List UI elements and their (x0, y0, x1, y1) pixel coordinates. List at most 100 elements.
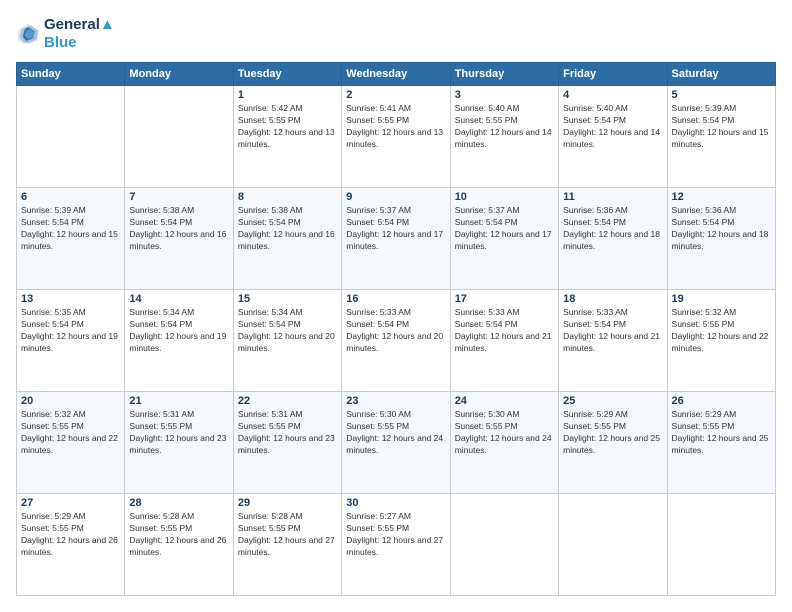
cell-info: Sunrise: 5:28 AMSunset: 5:55 PMDaylight:… (129, 511, 228, 559)
cell-info: Sunrise: 5:39 AMSunset: 5:54 PMDaylight:… (672, 103, 771, 151)
day-number: 22 (238, 395, 337, 407)
weekday-header-sunday: Sunday (17, 63, 125, 86)
calendar-cell: 15 Sunrise: 5:34 AMSunset: 5:54 PMDayligh… (233, 290, 341, 392)
calendar-cell: 18 Sunrise: 5:33 AMSunset: 5:54 PMDayligh… (559, 290, 667, 392)
day-number: 28 (129, 497, 228, 509)
cell-info: Sunrise: 5:29 AMSunset: 5:55 PMDaylight:… (672, 409, 771, 457)
day-number: 4 (563, 89, 662, 101)
cell-info: Sunrise: 5:40 AMSunset: 5:55 PMDaylight:… (455, 103, 554, 151)
cell-info: Sunrise: 5:42 AMSunset: 5:55 PMDaylight:… (238, 103, 337, 151)
calendar-table: SundayMondayTuesdayWednesdayThursdayFrid… (16, 62, 776, 596)
cell-info: Sunrise: 5:36 AMSunset: 5:54 PMDaylight:… (563, 205, 662, 253)
day-number: 18 (563, 293, 662, 305)
calendar-cell: 14Sunrise: 5:34 AMSunset: 5:54 PMDayligh… (125, 290, 233, 392)
cell-info: Sunrise: 5:38 AMSunset: 5:54 PMDaylight:… (238, 205, 337, 253)
calendar-cell: 2 Sunrise: 5:41 AMSunset: 5:55 PMDaylight… (342, 86, 450, 188)
cell-info: Sunrise: 5:33 AMSunset: 5:54 PMDaylight:… (346, 307, 445, 355)
day-number: 23 (346, 395, 445, 407)
day-number: 17 (455, 293, 554, 305)
cell-info: Sunrise: 5:36 AMSunset: 5:54 PMDaylight:… (672, 205, 771, 253)
calendar-cell: 22 Sunrise: 5:31 AMSunset: 5:55 PMDayligh… (233, 392, 341, 494)
calendar-cell: 23 Sunrise: 5:30 AMSunset: 5:55 PMDayligh… (342, 392, 450, 494)
calendar-cell: 11Sunrise: 5:36 AMSunset: 5:54 PMDayligh… (559, 188, 667, 290)
day-number: 20 (21, 395, 120, 407)
cell-info: Sunrise: 5:30 AMSunset: 5:55 PMDaylight:… (346, 409, 445, 457)
day-number: 15 (238, 293, 337, 305)
cell-info: Sunrise: 5:34 AMSunset: 5:54 PMDaylight:… (129, 307, 228, 355)
calendar-cell: 28 Sunrise: 5:28 AMSunset: 5:55 PMDayligh… (125, 494, 233, 596)
calendar-cell (667, 494, 775, 596)
cell-info: Sunrise: 5:35 AMSunset: 5:54 PMDaylight:… (21, 307, 120, 355)
day-number: 1 (238, 89, 337, 101)
cell-info: Sunrise: 5:29 AMSunset: 5:55 PMDaylight:… (563, 409, 662, 457)
calendar-cell (450, 494, 558, 596)
day-number: 30 (346, 497, 445, 509)
weekday-header-friday: Friday (559, 63, 667, 86)
calendar-cell: 24 Sunrise: 5:30 AMSunset: 5:55 PMDayligh… (450, 392, 558, 494)
calendar-cell: 4Sunrise: 5:40 AMSunset: 5:54 PMDaylight… (559, 86, 667, 188)
cell-info: Sunrise: 5:34 AMSunset: 5:54 PMDaylight:… (238, 307, 337, 355)
cell-info: Sunrise: 5:41 AMSunset: 5:55 PMDaylight:… (346, 103, 445, 151)
weekday-header-thursday: Thursday (450, 63, 558, 86)
calendar-cell: 1 Sunrise: 5:42 AMSunset: 5:55 PMDaylight… (233, 86, 341, 188)
cell-info: Sunrise: 5:27 AMSunset: 5:55 PMDaylight:… (346, 511, 445, 559)
calendar-cell (559, 494, 667, 596)
day-number: 16 (346, 293, 445, 305)
calendar-cell: 3 Sunrise: 5:40 AMSunset: 5:55 PMDaylight… (450, 86, 558, 188)
day-number: 29 (238, 497, 337, 509)
calendar-cell: 20 Sunrise: 5:32 AMSunset: 5:55 PMDayligh… (17, 392, 125, 494)
calendar-week-row: 13 Sunrise: 5:35 AMSunset: 5:54 PMDayligh… (17, 290, 776, 392)
weekday-header-wednesday: Wednesday (342, 63, 450, 86)
calendar-week-row: 20 Sunrise: 5:32 AMSunset: 5:55 PMDayligh… (17, 392, 776, 494)
page: General▲ Blue SundayMondayTuesdayWednesd… (0, 0, 792, 612)
day-number: 2 (346, 89, 445, 101)
calendar-cell: 12 Sunrise: 5:36 AMSunset: 5:54 PMDayligh… (667, 188, 775, 290)
cell-info: Sunrise: 5:37 AMSunset: 5:54 PMDaylight:… (346, 205, 445, 253)
calendar-cell (125, 86, 233, 188)
calendar-cell: 10Sunrise: 5:37 AMSunset: 5:54 PMDayligh… (450, 188, 558, 290)
header: General▲ Blue (16, 16, 776, 52)
calendar-cell: 16 Sunrise: 5:33 AMSunset: 5:54 PMDayligh… (342, 290, 450, 392)
weekday-header-saturday: Saturday (667, 63, 775, 86)
calendar-cell: 27 Sunrise: 5:29 AMSunset: 5:55 PMDayligh… (17, 494, 125, 596)
cell-info: Sunrise: 5:33 AMSunset: 5:54 PMDaylight:… (455, 307, 554, 355)
day-number: 12 (672, 191, 771, 203)
calendar-cell: 26 Sunrise: 5:29 AMSunset: 5:55 PMDayligh… (667, 392, 775, 494)
calendar-cell: 19 Sunrise: 5:32 AMSunset: 5:55 PMDayligh… (667, 290, 775, 392)
cell-info: Sunrise: 5:32 AMSunset: 5:55 PMDaylight:… (21, 409, 120, 457)
weekday-header-row: SundayMondayTuesdayWednesdayThursdayFrid… (17, 63, 776, 86)
cell-info: Sunrise: 5:28 AMSunset: 5:55 PMDaylight:… (238, 511, 337, 559)
cell-info: Sunrise: 5:39 AMSunset: 5:54 PMDaylight:… (21, 205, 120, 253)
calendar-cell: 7 Sunrise: 5:38 AMSunset: 5:54 PMDaylight… (125, 188, 233, 290)
calendar-cell: 9 Sunrise: 5:37 AMSunset: 5:54 PMDaylight… (342, 188, 450, 290)
cell-info: Sunrise: 5:31 AMSunset: 5:55 PMDaylight:… (129, 409, 228, 457)
calendar-cell: 6Sunrise: 5:39 AMSunset: 5:54 PMDaylight… (17, 188, 125, 290)
cell-info: Sunrise: 5:38 AMSunset: 5:54 PMDaylight:… (129, 205, 228, 253)
logo: General▲ Blue (16, 16, 115, 52)
cell-info: Sunrise: 5:30 AMSunset: 5:55 PMDaylight:… (455, 409, 554, 457)
logo-text: General▲ Blue (44, 16, 115, 52)
day-number: 25 (563, 395, 662, 407)
logo-icon (16, 22, 40, 46)
day-number: 13 (21, 293, 120, 305)
day-number: 3 (455, 89, 554, 101)
day-number: 9 (346, 191, 445, 203)
calendar-cell: 25 Sunrise: 5:29 AMSunset: 5:55 PMDayligh… (559, 392, 667, 494)
calendar-week-row: 6Sunrise: 5:39 AMSunset: 5:54 PMDaylight… (17, 188, 776, 290)
day-number: 19 (672, 293, 771, 305)
day-number: 27 (21, 497, 120, 509)
calendar-cell: 17 Sunrise: 5:33 AMSunset: 5:54 PMDayligh… (450, 290, 558, 392)
calendar-cell: 21Sunrise: 5:31 AMSunset: 5:55 PMDayligh… (125, 392, 233, 494)
calendar-cell: 8Sunrise: 5:38 AMSunset: 5:54 PMDaylight… (233, 188, 341, 290)
calendar-cell: 13 Sunrise: 5:35 AMSunset: 5:54 PMDayligh… (17, 290, 125, 392)
day-number: 26 (672, 395, 771, 407)
cell-info: Sunrise: 5:33 AMSunset: 5:54 PMDaylight:… (563, 307, 662, 355)
calendar-cell: 30 Sunrise: 5:27 AMSunset: 5:55 PMDayligh… (342, 494, 450, 596)
cell-info: Sunrise: 5:29 AMSunset: 5:55 PMDaylight:… (21, 511, 120, 559)
weekday-header-tuesday: Tuesday (233, 63, 341, 86)
day-number: 5 (672, 89, 771, 101)
cell-info: Sunrise: 5:32 AMSunset: 5:55 PMDaylight:… (672, 307, 771, 355)
day-number: 24 (455, 395, 554, 407)
day-number: 7 (129, 191, 228, 203)
cell-info: Sunrise: 5:31 AMSunset: 5:55 PMDaylight:… (238, 409, 337, 457)
